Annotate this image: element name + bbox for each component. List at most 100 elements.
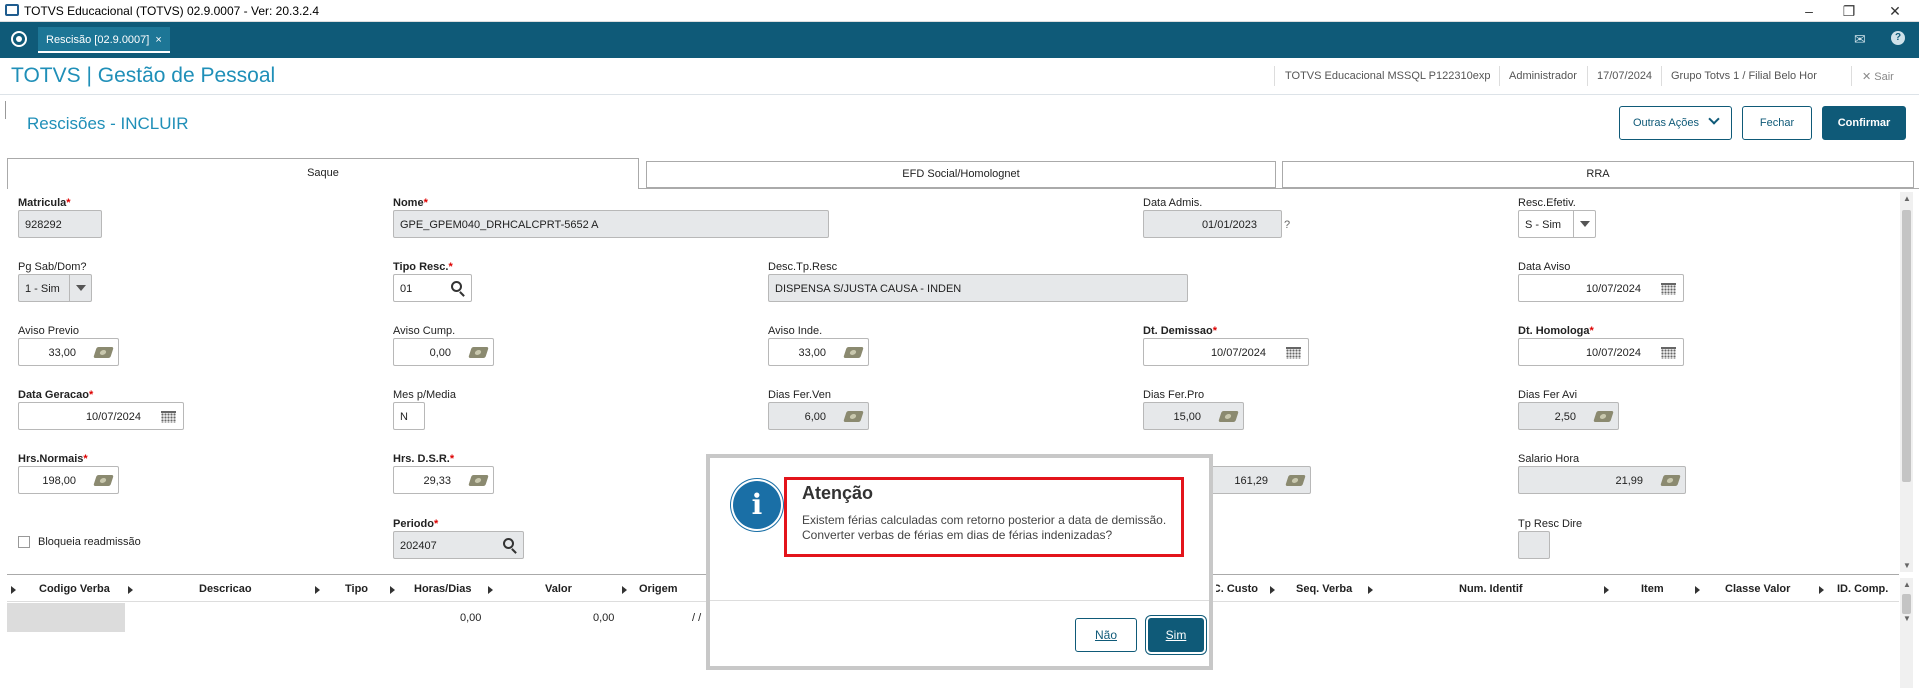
other-actions-button[interactable]: Outras Ações: [1619, 106, 1732, 140]
minimize-icon[interactable]: –: [1794, 2, 1824, 20]
data-aviso-value: 10/07/2024: [1585, 283, 1641, 295]
maximize-icon[interactable]: ❐: [1834, 2, 1864, 20]
help-icon[interactable]: ?: [1891, 31, 1905, 45]
dias-fer-avi-label: Dias Fer Avi: [1518, 389, 1578, 401]
column-valor[interactable]: Valor: [545, 583, 572, 595]
bloqueia-label: Bloqueia readmissão: [38, 536, 141, 548]
calendar-icon[interactable]: [1661, 347, 1676, 359]
data-geracao-label: Data Geracao*: [18, 389, 94, 401]
aviso-cump-field[interactable]: 0,00: [393, 338, 494, 366]
desc-tp-resc-field[interactable]: DISPENSA S/JUSTA CAUSA - INDEN: [768, 274, 1188, 302]
pg-sab-dom-select[interactable]: 1 - Sim: [18, 274, 92, 302]
tab-efd-social[interactable]: EFD Social/Homolognet: [646, 161, 1276, 188]
column-c-custo[interactable]: C. Custo: [1216, 583, 1258, 595]
dias-fer-avi-value: 2,50: [1554, 411, 1576, 423]
chevron-down-icon: [69, 275, 91, 301]
salario-hora-value: 21,99: [1615, 475, 1643, 487]
aviso-previo-value: 33,00: [48, 347, 76, 359]
dt-demissao-field[interactable]: 10/07/2024: [1143, 338, 1309, 366]
column-codigo-verba[interactable]: Codigo Verba: [39, 583, 110, 595]
data-geracao-value: 10/07/2024: [85, 411, 141, 423]
tp-resc-dire-field[interactable]: [1518, 531, 1550, 559]
periodo-value: 202407: [400, 540, 437, 552]
money-icon: [93, 347, 114, 358]
dt-demissao-value: 10/07/2024: [1210, 347, 1266, 359]
dias-fer-ven-label: Dias Fer.Ven: [768, 389, 831, 401]
data-aviso-label: Data Aviso: [1518, 261, 1571, 273]
nome-field[interactable]: GPE_GPEM040_DRHCALCPRT-5652 A: [393, 210, 829, 238]
aviso-inde-field[interactable]: 33,00: [768, 338, 869, 366]
column-origem[interactable]: Origem: [639, 583, 678, 595]
other-actions-label: Outras Ações: [1632, 117, 1699, 129]
dias-fer-pro-label: Dias Fer.Pro: [1143, 389, 1205, 401]
money-icon: [1285, 475, 1306, 486]
close-window-icon[interactable]: ✕: [1880, 2, 1910, 20]
matricula-field[interactable]: 928292: [18, 210, 102, 238]
column-descricao[interactable]: Descricao: [199, 583, 252, 595]
tipo-resc-field[interactable]: 01: [393, 274, 472, 302]
grid-scrollbar[interactable]: ▲ ▼: [1900, 578, 1913, 688]
form-scrollbar[interactable]: ▲ ▼: [1900, 192, 1913, 572]
confirm-button[interactable]: Confirmar: [1822, 106, 1906, 140]
periodo-field[interactable]: 202407: [393, 531, 524, 559]
column-horas-dias[interactable]: Horas/Dias: [414, 583, 471, 595]
calendar-icon[interactable]: [1286, 347, 1301, 359]
mail-icon[interactable]: ✉: [1854, 31, 1866, 48]
tab-rescisao[interactable]: Rescisão [02.9.0007] ×: [38, 27, 170, 53]
dias-fer-pro-field[interactable]: 15,00: [1143, 402, 1244, 430]
dias-fer-ven-field[interactable]: 6,00: [768, 402, 869, 430]
resc-efetiv-value: S - Sim: [1525, 219, 1562, 231]
column-num-identif[interactable]: Num. Identif: [1459, 583, 1523, 595]
dias-fer-avi-field[interactable]: 2,50: [1518, 402, 1619, 430]
salario-hora-field[interactable]: 21,99: [1518, 466, 1686, 494]
no-button[interactable]: Não: [1075, 618, 1137, 652]
money-icon: [1218, 411, 1239, 422]
calendar-icon[interactable]: [1661, 283, 1676, 295]
mes-media-field[interactable]: N: [393, 402, 425, 430]
hrs-dsr-value: 29,33: [423, 475, 451, 487]
column-tipo[interactable]: Tipo: [345, 583, 368, 595]
dt-homologa-field[interactable]: 10/07/2024: [1518, 338, 1684, 366]
search-icon[interactable]: [451, 281, 462, 292]
tab-saque[interactable]: Saque: [7, 158, 639, 189]
help-question-icon[interactable]: ?: [1284, 219, 1290, 231]
nome-label: Nome*: [393, 197, 428, 209]
data-admis-field[interactable]: 01/01/2023: [1143, 210, 1282, 238]
money-icon: [843, 347, 864, 358]
column-classe-valor[interactable]: Classe Valor: [1725, 583, 1790, 595]
page-title: Rescisões - INCLUIR: [27, 114, 189, 133]
environment-label: TOTVS Educacional MSSQL P122310exp: [1285, 70, 1491, 82]
grid-cell-origem[interactable]: / /: [692, 612, 701, 624]
column-item[interactable]: Item: [1641, 583, 1664, 595]
grid-cell-horas[interactable]: 0,00: [460, 612, 481, 624]
column-seq-verba[interactable]: Seq. Verba: [1296, 583, 1352, 595]
hrs-dsr-field[interactable]: 29,33: [393, 466, 494, 494]
nome-value: GPE_GPEM040_DRHCALCPRT-5652 A: [400, 219, 599, 231]
tipo-resc-value: 01: [400, 283, 413, 295]
home-icon[interactable]: [11, 31, 27, 47]
calendar-icon[interactable]: [161, 411, 176, 423]
resc-efetiv-select[interactable]: S - Sim: [1518, 210, 1596, 238]
branch-label: Grupo Totvs 1 / Filial Belo Hor: [1671, 70, 1817, 82]
resc-efetiv-label: Resc.Efetiv.: [1518, 197, 1576, 209]
hrs-normais-field[interactable]: 198,00: [18, 466, 119, 494]
yes-button[interactable]: Sim: [1148, 618, 1204, 652]
info-icon: i: [733, 481, 781, 529]
tab-rra[interactable]: RRA: [1282, 161, 1914, 188]
data-aviso-field[interactable]: 10/07/2024: [1518, 274, 1684, 302]
close-button[interactable]: Fechar: [1742, 106, 1812, 140]
exit-button[interactable]: ✕ Sair: [1862, 70, 1894, 83]
search-icon[interactable]: [503, 538, 514, 549]
data-geracao-field[interactable]: 10/07/2024: [18, 402, 184, 430]
desc-tp-resc-label: Desc.Tp.Resc: [768, 261, 838, 273]
mes-media-label: Mes p/Media: [393, 389, 456, 401]
column-id-comp[interactable]: ID. Comp.: [1837, 583, 1888, 595]
bloqueia-checkbox[interactable]: [18, 536, 30, 548]
grid-cell-selected[interactable]: [7, 603, 125, 632]
chevron-down-icon: [1573, 211, 1595, 237]
aviso-previo-field[interactable]: 33,00: [18, 338, 119, 366]
grid-cell-valor[interactable]: 0,00: [593, 612, 614, 624]
tab-close-icon[interactable]: ×: [155, 34, 161, 46]
attention-dialog: i Atenção Existem férias calculadas com …: [706, 454, 1213, 670]
money-icon: [1660, 475, 1681, 486]
